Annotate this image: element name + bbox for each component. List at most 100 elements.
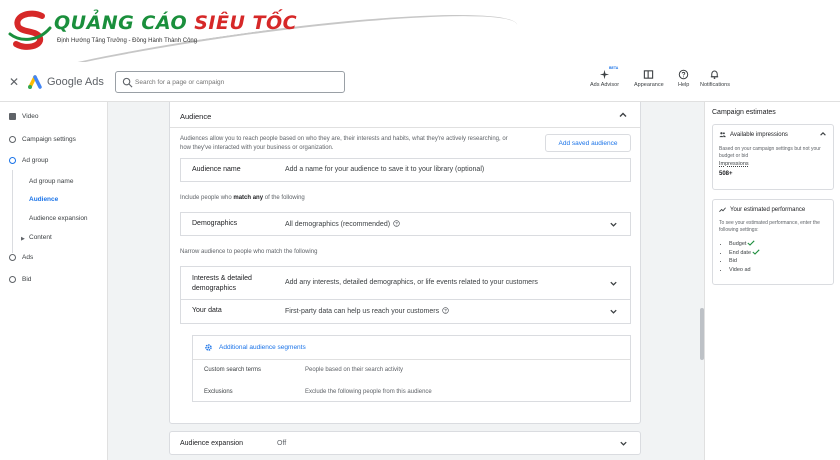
impressions-value: 508+ (719, 171, 733, 177)
search-input[interactable] (135, 75, 335, 89)
your-data-value: First-party data can help us reach your … (285, 307, 449, 315)
audience-expansion-value: Off (277, 440, 287, 447)
estimated-performance-card: Your estimated performance To see your e… (712, 199, 834, 285)
segment-row-custom-search[interactable]: Custom search terms People based on thei… (193, 360, 630, 382)
check-icon (747, 240, 756, 246)
step-radio-icon (9, 254, 16, 261)
audience-description: Audiences allow you to reach people base… (180, 136, 508, 151)
impressions-header: Available impressions (719, 131, 788, 138)
include-people-text: Include people who match any of the foll… (180, 195, 305, 201)
ads-advisor-label: Ads Advisor (590, 82, 620, 88)
audience-name-label: Audience name (192, 166, 241, 173)
segment-value: Exclude the following people from this a… (305, 389, 432, 395)
demographics-label: Demographics (192, 220, 238, 227)
setting-label: Bid (729, 258, 737, 264)
demographics-value: All demographics (recommended) (285, 220, 400, 228)
brand-banner: QUẢNG CÁO SIÊU TỐC Định Hướng Tăng Trưởn… (0, 0, 840, 62)
appearance-icon (644, 70, 654, 79)
nav-sub-audience[interactable]: Audience (29, 196, 58, 203)
chevron-down-icon[interactable] (609, 307, 618, 316)
help-button[interactable]: Help (678, 69, 689, 88)
brand-title-green: QUẢNG CÁO (54, 12, 195, 34)
chevron-up-icon[interactable] (618, 110, 628, 120)
interests-row[interactable]: Interests & detailed demographics Add an… (180, 266, 631, 300)
gear-icon (205, 344, 212, 351)
setting-label: Budget (729, 241, 747, 247)
demographics-value-text: All demographics (recommended) (285, 221, 391, 228)
audience-expansion-label: Audience expansion (180, 440, 244, 447)
brand-logo-icon (8, 10, 52, 50)
trend-icon (719, 207, 726, 212)
search-box[interactable] (115, 71, 345, 93)
step-radio-icon (9, 136, 16, 143)
chevron-down-icon[interactable] (609, 279, 618, 288)
nav-item-video-label: Video (22, 113, 39, 120)
narrow-audience-text: Narrow audience to people who match the … (180, 249, 318, 255)
chevron-up-icon[interactable] (819, 130, 827, 138)
add-saved-audience-button[interactable]: Add saved audience (545, 134, 631, 152)
segment-row-exclusions[interactable]: Exclusions Exclude the following people … (193, 382, 630, 404)
help-circle-icon[interactable] (442, 307, 449, 314)
include-bold: match any (233, 195, 264, 201)
nav-sub-content[interactable]: Content (29, 234, 52, 241)
brand-title-red: SIÊU TỐC (194, 12, 298, 34)
performance-title: Your estimated performance (730, 206, 806, 213)
additional-segments-header[interactable]: Additional audience segments (193, 336, 630, 360)
video-icon (9, 113, 16, 120)
nav-item-bid[interactable]: Bid (9, 276, 31, 283)
audience-card: Audience Audiences allow you to reach pe… (169, 102, 641, 424)
performance-settings-list: Budget End date Bid Video ad (723, 240, 760, 274)
your-data-label: Your data (192, 307, 222, 314)
chevron-down-icon[interactable] (609, 220, 618, 229)
left-navigation: Video Campaign settings Ad group Ad grou… (0, 102, 108, 460)
divider (170, 127, 640, 128)
setting-label: End date (729, 249, 752, 256)
app-name: Google Ads (47, 76, 104, 88)
chevron-down-icon[interactable] (619, 439, 628, 448)
impressions-description: Based on your campaign settings but not … (719, 146, 821, 159)
performance-header: Your estimated performance (719, 206, 805, 213)
help-icon (678, 69, 689, 80)
main-content: Audience Audiences allow you to reach pe… (108, 102, 704, 460)
nav-item-bid-label: Bid (22, 276, 32, 283)
audience-name-row[interactable]: Audience name Add a name for your audien… (180, 158, 631, 182)
nav-sub-ad-group-name[interactable]: Ad group name (29, 178, 73, 185)
segment-key: Custom search terms (204, 367, 262, 373)
nav-item-ads-label: Ads (22, 254, 34, 261)
help-label: Help (678, 82, 690, 88)
nav-item-campaign-settings-label: Campaign settings (22, 136, 76, 143)
close-icon[interactable]: ✕ (9, 76, 19, 88)
appearance-button[interactable]: Appearance (634, 69, 664, 88)
ads-advisor-button[interactable]: BETA Ads Advisor (590, 66, 620, 88)
nav-sub-audience-expansion[interactable]: Audience expansion (29, 215, 88, 222)
people-icon (719, 132, 726, 138)
your-data-row[interactable]: Your data First-party data can help us r… (180, 299, 631, 324)
nav-item-video[interactable]: Video (9, 113, 39, 120)
nav-tree-line (12, 170, 13, 253)
step-radio-active-icon (9, 157, 16, 164)
beta-badge: BETA (609, 66, 619, 70)
search-icon (122, 77, 133, 88)
additional-segments-link[interactable]: Additional audience segments (219, 344, 306, 351)
audience-expansion-panel[interactable]: Audience expansion Off (169, 431, 641, 455)
audience-card-title: Audience (180, 112, 212, 121)
audience-name-field[interactable]: Add a name for your audience to save it … (285, 166, 484, 173)
help-circle-icon[interactable] (393, 220, 400, 227)
list-item: Video ad (729, 266, 760, 275)
interests-value: Add any interests, detailed demographics… (285, 279, 538, 286)
bell-icon (711, 70, 719, 79)
impressions-label[interactable]: Impressions (719, 161, 749, 167)
interests-label: Interests & detailed demographics (192, 275, 252, 292)
check-icon (752, 248, 760, 255)
nav-item-campaign-settings[interactable]: Campaign settings (9, 136, 76, 143)
caret-right-icon[interactable]: ▶ (21, 236, 25, 242)
nav-item-ads[interactable]: Ads (9, 254, 33, 261)
list-item: Budget (729, 240, 760, 249)
notifications-button[interactable]: Notifications (700, 69, 730, 88)
demographics-row[interactable]: Demographics All demographics (recommend… (180, 212, 631, 236)
campaign-estimates-panel: Campaign estimates Available impressions… (704, 102, 840, 460)
impressions-title: Available impressions (730, 131, 788, 138)
nav-item-ad-group[interactable]: Ad group (9, 157, 48, 164)
step-radio-icon (9, 276, 16, 283)
your-data-value-text: First-party data can help us reach your … (285, 308, 440, 315)
